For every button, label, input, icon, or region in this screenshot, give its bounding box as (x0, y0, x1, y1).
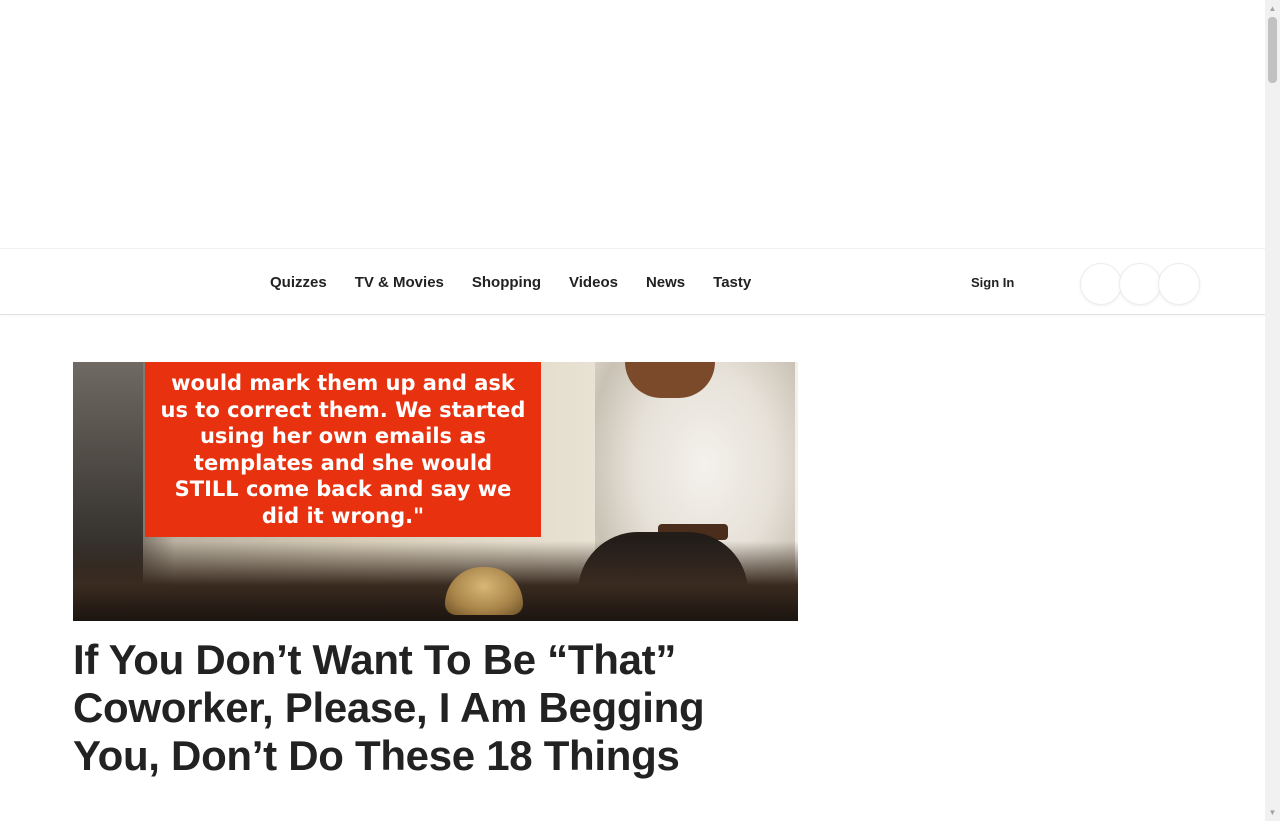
ad-slot (0, 0, 1265, 248)
nav-item-tasty[interactable]: Tasty (699, 274, 765, 291)
sign-in-link[interactable]: Sign In (958, 249, 1027, 315)
header-circle-button-1[interactable] (1080, 263, 1122, 305)
nav-item-shopping[interactable]: Shopping (458, 274, 555, 291)
hero-quote-box: would mark them up and ask us to correct… (145, 362, 541, 537)
header-circle-button-2[interactable] (1119, 263, 1161, 305)
article-headline[interactable]: If You Don’t Want To Be “That” Coworker,… (73, 636, 793, 780)
scroll-up-arrow-icon[interactable]: ▲ (1265, 0, 1280, 17)
top-navbar: Quizzes TV & Movies Shopping Videos News… (0, 248, 1265, 315)
nav-links: Quizzes TV & Movies Shopping Videos News… (256, 249, 765, 315)
article-hero-image[interactable]: would mark them up and ask us to correct… (73, 362, 798, 621)
nav-item-news[interactable]: News (632, 274, 699, 291)
vertical-scrollbar[interactable]: ▲ ▼ (1265, 0, 1280, 821)
scroll-down-arrow-icon[interactable]: ▼ (1265, 804, 1280, 821)
nav-item-videos[interactable]: Videos (555, 274, 632, 291)
hero-quote-text: would mark them up and ask us to correct… (160, 371, 526, 528)
page: Quizzes TV & Movies Shopping Videos News… (0, 0, 1265, 821)
header-circle-button-3[interactable] (1158, 263, 1200, 305)
hero-scene-floor (73, 541, 798, 621)
nav-item-quizzes[interactable]: Quizzes (256, 274, 341, 291)
scrollbar-thumb[interactable] (1268, 17, 1277, 83)
nav-item-tv-movies[interactable]: TV & Movies (341, 274, 458, 291)
